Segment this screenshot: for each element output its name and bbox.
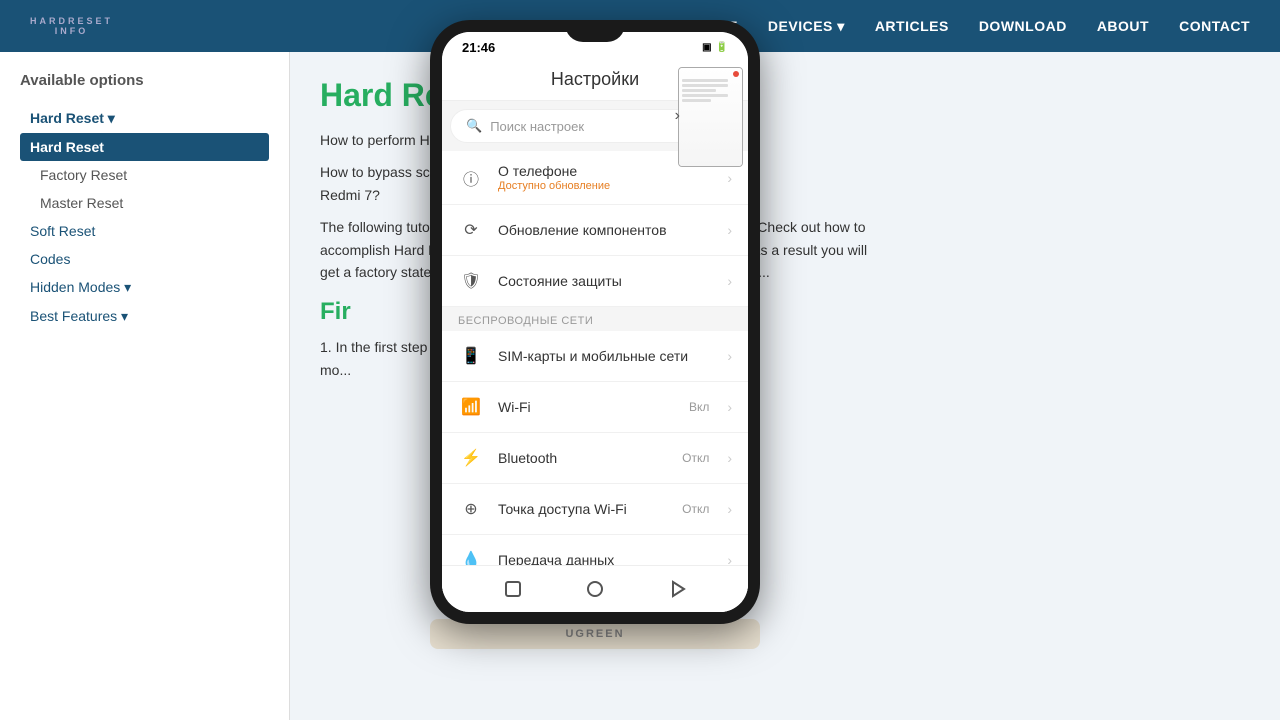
- wifi-status: Вкл: [689, 400, 709, 414]
- logo-line2: INFO: [30, 26, 113, 36]
- sidebar: Available options Hard Reset ▾ Hard Rese…: [0, 52, 290, 720]
- hotspot-title: Точка доступа Wi-Fi: [498, 501, 668, 517]
- status-time: 21:46: [462, 40, 495, 55]
- wifi-chevron: ›: [727, 399, 732, 415]
- sidebar-item-best-features[interactable]: Best Features ▾: [20, 302, 269, 331]
- phone-container: 21:46 ▣ 🔋 Настройки 🔍 Поиск настроек ⓘ: [430, 20, 760, 649]
- protection-icon: 🛡: [458, 268, 484, 294]
- thumbnail-line-5: [682, 99, 711, 102]
- wifi-title: Wi-Fi: [498, 399, 675, 415]
- phone-screen: 21:46 ▣ 🔋 Настройки 🔍 Поиск настроек ⓘ: [442, 32, 748, 612]
- update-title: Обновление компонентов: [498, 222, 713, 238]
- sidebar-item-hard-reset-heading[interactable]: Hard Reset ▾: [20, 104, 269, 133]
- thumbnail-arrow: ›: [675, 107, 680, 125]
- search-placeholder: Поиск настроек: [490, 119, 584, 134]
- bluetooth-status: Откл: [682, 451, 709, 465]
- nav-about[interactable]: ABOUT: [1097, 18, 1149, 35]
- phone-outer: 21:46 ▣ 🔋 Настройки 🔍 Поиск настроек ⓘ: [430, 20, 760, 624]
- settings-item-update[interactable]: ⟳ Обновление компонентов ›: [442, 205, 748, 256]
- sim-text: SIM-карты и мобильные сети: [498, 348, 713, 364]
- protection-text: Состояние защиты: [498, 273, 713, 289]
- bluetooth-chevron: ›: [727, 450, 732, 466]
- phone-notch: [565, 20, 625, 42]
- nav-articles[interactable]: ARTICLES: [875, 18, 949, 35]
- update-icon: ⟳: [458, 217, 484, 243]
- settings-item-hotspot[interactable]: ⊕ Точка доступа Wi-Fi Откл ›: [442, 484, 748, 535]
- site-logo: HARDRESET INFO: [30, 16, 113, 36]
- thumbnail-line-2: [682, 84, 728, 87]
- bluetooth-icon: ⚡: [458, 445, 484, 471]
- wifi-text: Wi-Fi: [498, 399, 675, 415]
- nav-contact[interactable]: CONTACT: [1179, 18, 1250, 35]
- nav-home-button[interactable]: [584, 578, 606, 600]
- sidebar-item-hidden-modes[interactable]: Hidden Modes ▾: [20, 273, 269, 302]
- bluetooth-title: Bluetooth: [498, 450, 668, 466]
- thumbnail-line-4: [682, 94, 728, 97]
- thumbnail-line-1: [682, 79, 728, 82]
- square-icon: [504, 580, 522, 598]
- settings-item-wifi[interactable]: 📶 Wi-Fi Вкл ›: [442, 382, 748, 433]
- protection-chevron: ›: [727, 273, 732, 289]
- nav-back-button[interactable]: [502, 578, 524, 600]
- sim-title: SIM-карты и мобильные сети: [498, 348, 713, 364]
- right-space: [920, 52, 1280, 720]
- hotspot-icon: ⊕: [458, 496, 484, 522]
- settings-item-sim[interactable]: 📱 SIM-карты и мобильные сети ›: [442, 331, 748, 382]
- site-nav: HOME DEVICES ▾ ARTICLES DOWNLOAD ABOUT C…: [694, 18, 1250, 35]
- hotspot-chevron: ›: [727, 501, 732, 517]
- thumbnail-content: [679, 68, 742, 166]
- hotspot-status: Откл: [682, 502, 709, 516]
- update-chevron: ›: [727, 222, 732, 238]
- screen-thumbnail: [678, 67, 743, 167]
- sim-icon: 📱: [458, 343, 484, 369]
- about-chevron: ›: [727, 170, 732, 186]
- sim-chevron: ›: [727, 348, 732, 364]
- bluetooth-text: Bluetooth: [498, 450, 668, 466]
- sidebar-item-codes[interactable]: Codes: [20, 245, 269, 273]
- circle-icon: [586, 580, 604, 598]
- logo-line1: HARDRESET: [30, 16, 113, 26]
- nav-recents-button[interactable]: [666, 578, 688, 600]
- sidebar-item-soft-reset[interactable]: Soft Reset: [20, 217, 269, 245]
- nav-download[interactable]: DOWNLOAD: [979, 18, 1067, 35]
- wireless-section-label: БЕСПРОВОДНЫЕ СЕТИ: [442, 307, 748, 331]
- about-icon: ⓘ: [458, 165, 484, 191]
- wifi-icon: 📶: [458, 394, 484, 420]
- update-text: Обновление компонентов: [498, 222, 713, 238]
- status-icons: ▣ 🔋: [702, 42, 728, 53]
- sidebar-item-factory-reset[interactable]: Factory Reset: [20, 161, 269, 189]
- protection-title: Состояние защиты: [498, 273, 713, 289]
- about-text: О телефоне Доступно обновление: [498, 163, 713, 192]
- search-icon: 🔍: [466, 118, 482, 134]
- about-subtitle: Доступно обновление: [498, 180, 713, 192]
- sidebar-item-hard-reset[interactable]: Hard Reset: [20, 133, 269, 161]
- thumbnail-line-3: [682, 89, 716, 92]
- settings-item-bluetooth[interactable]: ⚡ Bluetooth Откл ›: [442, 433, 748, 484]
- thumbnail-dot: [733, 71, 739, 77]
- settings-item-protection[interactable]: 🛡 Состояние защиты ›: [442, 256, 748, 307]
- hotspot-text: Точка доступа Wi-Fi: [498, 501, 668, 517]
- triangle-icon: [668, 580, 686, 598]
- sidebar-item-master-reset[interactable]: Master Reset: [20, 189, 269, 217]
- sidebar-title: Available options: [20, 72, 269, 89]
- nav-devices[interactable]: DEVICES ▾: [768, 18, 845, 35]
- stand-label: UGREEN: [565, 628, 624, 640]
- nav-bar: [442, 565, 748, 612]
